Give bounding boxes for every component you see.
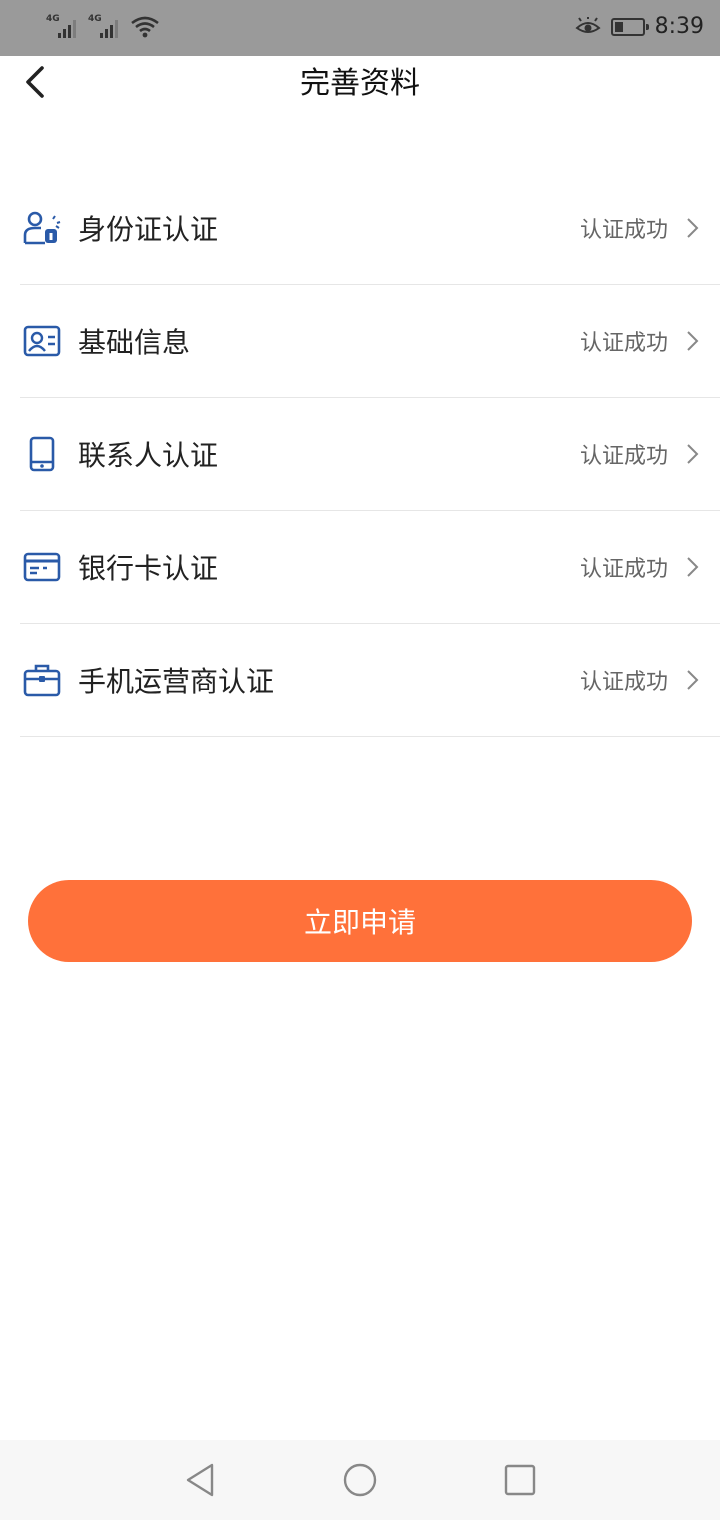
chevron-right-icon [687, 557, 699, 577]
chevron-right-icon [687, 218, 699, 238]
back-triangle-icon[interactable] [182, 1462, 218, 1498]
recents-square-icon[interactable] [502, 1462, 538, 1498]
signal-icon: 4G [88, 14, 122, 40]
list-item-id-verification[interactable]: 身份证认证 认证成功 [20, 172, 720, 285]
eye-icon [575, 16, 601, 33]
chevron-right-icon [687, 670, 699, 690]
chevron-right-icon [687, 444, 699, 464]
chevron-right-icon [687, 331, 699, 351]
list-item-carrier[interactable]: 手机运营商认证 认证成功 [20, 624, 720, 737]
home-circle-icon[interactable] [342, 1462, 378, 1498]
list-item-label: 基础信息 [78, 326, 191, 359]
id-person-icon [22, 208, 62, 248]
list-item-contacts[interactable]: 联系人认证 认证成功 [20, 398, 720, 511]
list-item-label: 身份证认证 [78, 213, 219, 246]
list-item-label: 手机运营商认证 [78, 665, 275, 698]
apply-now-button[interactable]: 立即申请 [28, 880, 692, 962]
page-title: 完善资料 [300, 66, 420, 101]
phone-icon [22, 434, 62, 474]
system-nav-bar [0, 1440, 720, 1520]
page-header: 完善资料 [0, 56, 720, 106]
status-badge: 认证成功 [579, 444, 668, 469]
signal-icon: 4G [46, 14, 80, 40]
status-time: 8:39 [654, 14, 704, 39]
wifi-icon [131, 16, 159, 38]
status-badge: 认证成功 [579, 331, 668, 356]
briefcase-icon [22, 660, 62, 700]
verification-list: 身份证认证 认证成功 基础信息 认证成功 联系人认证 认证成功 银行卡认证 认证… [20, 172, 720, 737]
status-badge: 认证成功 [579, 218, 668, 243]
list-item-label: 联系人认证 [78, 439, 219, 472]
list-item-basic-info[interactable]: 基础信息 认证成功 [20, 285, 720, 398]
status-bar: 4G 4G 8:39 [0, 0, 720, 56]
battery-icon [610, 17, 649, 36]
list-item-bank-card[interactable]: 银行卡认证 认证成功 [20, 511, 720, 624]
status-right: 8:39 [575, 14, 704, 39]
list-item-label: 银行卡认证 [78, 552, 219, 585]
bank-card-icon [22, 547, 62, 587]
id-card-icon [22, 321, 62, 361]
status-left: 4G 4G [46, 14, 160, 40]
status-badge: 认证成功 [579, 670, 668, 695]
status-badge: 认证成功 [579, 557, 668, 582]
